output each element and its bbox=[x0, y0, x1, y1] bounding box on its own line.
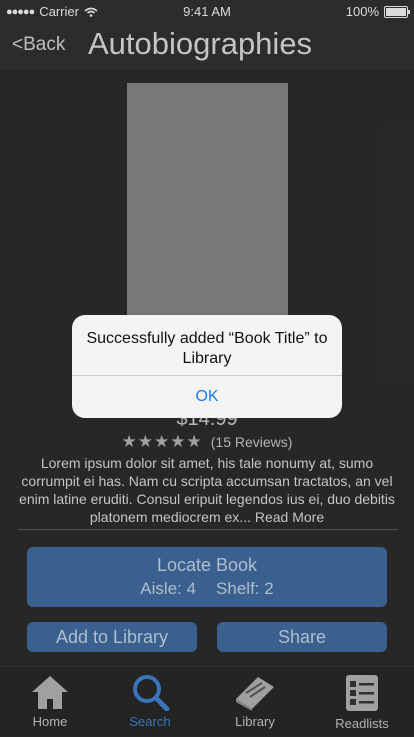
alert-message: Successfully added “Book Title” to Libra… bbox=[86, 330, 328, 367]
alert-ok-button[interactable]: OK bbox=[72, 376, 342, 418]
success-alert: Successfully added “Book Title” to Libra… bbox=[72, 315, 342, 418]
